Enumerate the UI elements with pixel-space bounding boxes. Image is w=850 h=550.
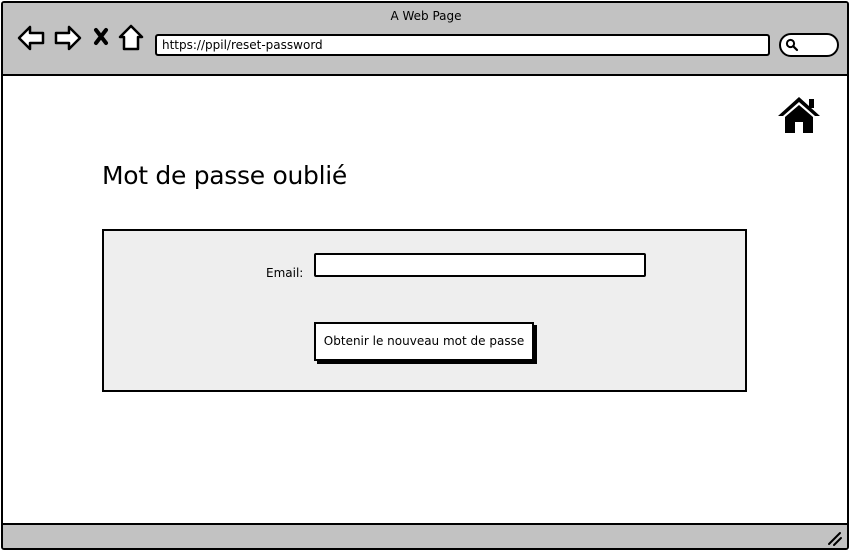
home-icon[interactable] [776, 94, 822, 136]
arrow-left-icon[interactable] [16, 23, 46, 53]
email-label: Email: [266, 266, 304, 280]
home-outline-icon[interactable] [117, 23, 147, 53]
page-title: Mot de passe oublié [102, 161, 347, 190]
browser-window: A Web Page https://ppil/reset-password M… [1, 1, 849, 550]
submit-button[interactable]: Obtenir le nouveau mot de passe [314, 322, 534, 361]
arrow-right-icon[interactable] [53, 23, 83, 53]
search-button[interactable] [779, 33, 839, 57]
search-icon [785, 38, 799, 52]
reset-password-form: Email: Obtenir le nouveau mot de passe [102, 229, 747, 392]
status-bar [3, 523, 847, 548]
resize-grip-icon[interactable] [825, 529, 843, 547]
url-bar[interactable]: https://ppil/reset-password [155, 34, 770, 56]
window-title: A Web Page [390, 9, 462, 23]
email-field[interactable] [314, 253, 646, 277]
browser-toolbar: A Web Page https://ppil/reset-password [3, 3, 847, 76]
